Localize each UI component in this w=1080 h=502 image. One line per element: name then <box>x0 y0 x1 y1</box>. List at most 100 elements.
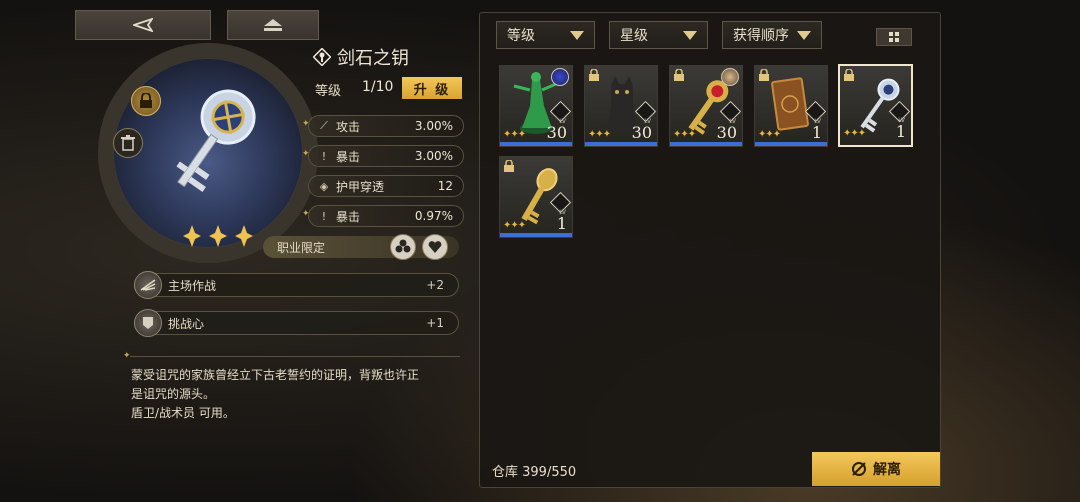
star-icon <box>235 225 253 247</box>
star-icon <box>209 225 227 247</box>
lock-icon <box>589 69 599 81</box>
skill-name: 主场作战 <box>168 278 217 293</box>
description-line: 盾卫/战术员 可用。 <box>131 406 235 420</box>
stat-name: 暴击 <box>336 149 361 164</box>
skill-name: 挑战心 <box>168 316 205 331</box>
inventory-card[interactable]: LV 1 ✦✦✦ <box>754 65 828 147</box>
crit-icon: ! <box>321 149 327 163</box>
stat-value: 12 <box>437 179 453 193</box>
level-bar <box>585 142 657 146</box>
stat-row: ◈ 护甲穿透 12 <box>308 175 464 197</box>
home-button[interactable] <box>227 10 319 40</box>
star-rating: ✦✦✦ <box>503 129 526 140</box>
star-rating: ✦✦✦ <box>503 220 526 231</box>
star-rating <box>183 225 253 247</box>
sparkle-icon: ✦ <box>302 209 310 219</box>
level-bar <box>500 142 572 146</box>
item-description: 蒙受诅咒的家族曾经立下古老誓约的证明，背叛也许正 是诅咒的源头。 盾卫/战术员 … <box>131 366 461 423</box>
star-rating: ✦✦✦ <box>843 128 866 139</box>
inventory-card[interactable]: LV 1 ✦✦✦ <box>499 156 573 238</box>
chevron-down-icon <box>570 31 584 40</box>
lock-button[interactable] <box>131 86 161 116</box>
level-bar <box>755 142 827 146</box>
skill-value: +2 <box>426 278 444 292</box>
star-rating: ✦✦✦ <box>758 129 781 140</box>
grid-icon <box>889 32 899 42</box>
sort-order-dropdown[interactable]: 获得顺序 <box>722 21 822 49</box>
sword-icon: ⟋ <box>320 119 328 132</box>
dropdown-label: 获得顺序 <box>733 28 789 44</box>
card-level: 30 <box>631 123 652 142</box>
level-bar <box>670 142 742 146</box>
item-title: 剑石之钥 <box>313 44 409 70</box>
lock-icon <box>844 69 854 81</box>
divider <box>130 356 460 357</box>
dropdown-label: 星级 <box>620 28 648 44</box>
inventory-card[interactable]: LV 30 ✦✦✦ <box>499 65 573 147</box>
skill-row[interactable]: 主场作战 +2 <box>134 271 459 299</box>
trash-icon <box>121 135 135 151</box>
wing-icon <box>134 271 162 299</box>
dropdown-label: 等级 <box>507 28 535 44</box>
stat-value: 3.00% <box>414 119 453 133</box>
stat-row: ⟋ 攻击 3.00% <box>308 115 464 137</box>
heart-icon <box>428 241 442 253</box>
card-level: 1 <box>811 123 822 142</box>
grid-view-button[interactable] <box>876 28 912 46</box>
lock-icon <box>674 69 684 81</box>
inventory-card[interactable]: LV 30 ✦✦✦ <box>584 65 658 147</box>
skill-row[interactable]: 挑战心 +1 <box>134 309 459 337</box>
character-avatar <box>721 68 739 86</box>
stat-name: 攻击 <box>336 119 361 134</box>
clover-icon <box>395 239 411 253</box>
star-filter-dropdown[interactable]: 星级 <box>609 21 708 49</box>
level-filter-dropdown[interactable]: 等级 <box>496 21 595 49</box>
crit-icon: ! <box>321 209 327 223</box>
skill-value: +1 <box>426 316 444 330</box>
lock-icon <box>140 93 152 108</box>
upgrade-button[interactable]: 升 级 <box>402 77 462 99</box>
card-level: 1 <box>895 122 906 141</box>
inventory-card-selected[interactable]: LV 1 ✦✦✦ <box>838 64 913 147</box>
back-button[interactable] <box>75 10 211 40</box>
key-type-icon <box>313 48 331 66</box>
stat-value: 3.00% <box>414 149 453 163</box>
description-line: 蒙受诅咒的家族曾经立下古老誓约的证明，背叛也许正 <box>131 368 420 382</box>
class-tactician-icon[interactable] <box>422 234 448 260</box>
character-avatar <box>551 68 569 86</box>
level-label: 等级 <box>315 84 342 99</box>
dismantle-icon <box>852 462 866 476</box>
item-name: 剑石之钥 <box>337 48 409 69</box>
item-key-image <box>176 89 256 192</box>
star-icon <box>183 225 201 247</box>
stat-row: ! 暴击 3.00% <box>308 145 464 167</box>
class-limit-label: 职业限定 <box>277 240 326 255</box>
storage-count: 仓库 399/550 <box>492 465 577 480</box>
star-rating: ✦✦✦ <box>588 129 611 140</box>
armor-pierce-icon: ◈ <box>319 179 329 193</box>
card-level: 30 <box>716 123 737 142</box>
inventory-card[interactable]: LV 30 ✦✦✦ <box>669 65 743 147</box>
back-arrow-icon <box>133 18 153 32</box>
lock-icon <box>759 69 769 81</box>
stat-name: 护甲穿透 <box>336 179 385 194</box>
dismantle-button[interactable]: 解离 <box>812 452 940 486</box>
inventory-panel: 等级 星级 获得顺序 LV 30 ✦✦✦ LV 30 ✦✦✦ LV 30 ✦✦✦… <box>479 12 941 488</box>
card-level: 1 <box>556 214 567 233</box>
card-level: 30 <box>546 123 567 142</box>
home-icon <box>264 19 282 31</box>
sparkle-icon: ✦ <box>302 119 310 129</box>
star-rating: ✦✦✦ <box>673 129 696 140</box>
sparkle-icon: ✦ <box>302 149 310 159</box>
chevron-down-icon <box>797 31 811 40</box>
lock-icon <box>504 160 514 172</box>
level-bar <box>500 233 572 237</box>
stat-name: 暴击 <box>336 209 361 224</box>
class-guardian-icon[interactable] <box>390 234 416 260</box>
shield-icon <box>134 309 162 337</box>
dismantle-label: 解离 <box>873 462 901 478</box>
stat-row: ! 暴击 0.97% <box>308 205 464 227</box>
description-line: 是诅咒的源头。 <box>131 387 216 401</box>
chevron-down-icon <box>683 31 697 40</box>
trash-button[interactable] <box>113 128 143 158</box>
